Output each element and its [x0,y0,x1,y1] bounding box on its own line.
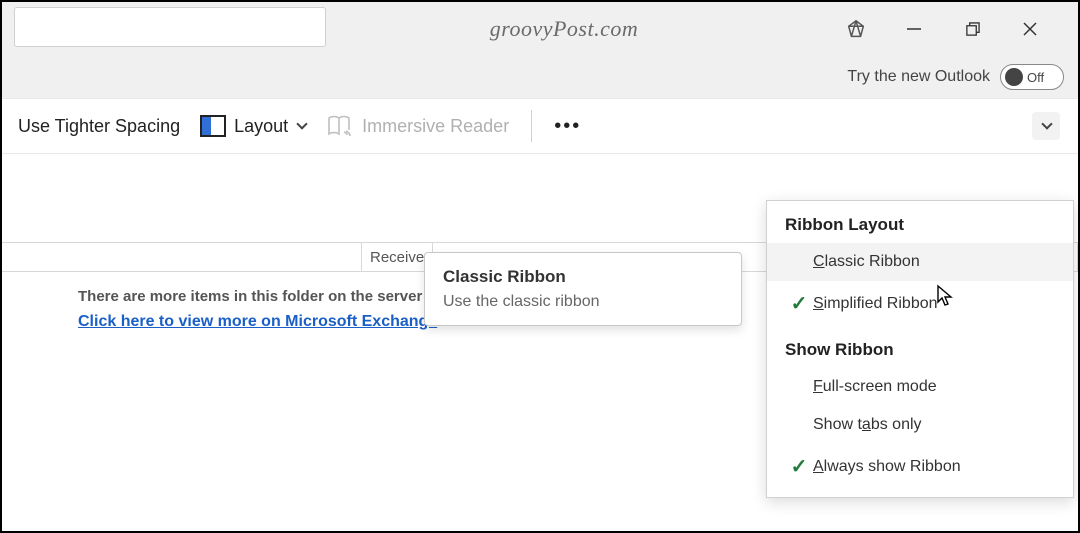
search-input[interactable] [14,7,326,47]
tooltip-description: Use the classic ribbon [443,293,723,311]
ribbon-divider [531,110,532,142]
option-classic-ribbon[interactable]: Classic Ribbon [767,243,1073,281]
ribbon-bar: Use Tighter Spacing Layout Immersive Rea… [2,98,1078,154]
ribbon-options-dropdown: Ribbon Layout Classic Ribbon ✓ Simplifie… [766,200,1074,498]
layout-button[interactable]: Layout [190,109,316,143]
column-received[interactable]: Receive [362,243,433,271]
toggle-knob [1005,68,1023,86]
maximize-button[interactable] [958,15,986,43]
layout-label: Layout [234,116,288,137]
window-controls [842,15,1078,43]
new-outlook-row: Try the new Outlook Off [2,56,1078,98]
immersive-reader-button: Immersive Reader [316,108,519,144]
new-outlook-toggle[interactable]: Off [1000,64,1064,90]
tighter-spacing-button[interactable]: Use Tighter Spacing [8,110,190,143]
title-bar: groovyPost.com [2,2,1078,56]
immersive-reader-icon [326,114,354,138]
tooltip: Classic Ribbon Use the classic ribbon [424,252,742,326]
tooltip-title: Classic Ribbon [443,267,723,287]
immersive-reader-label: Immersive Reader [362,116,509,137]
option-simplified-ribbon[interactable]: ✓ Simplified Ribbon [767,281,1073,326]
minimize-button[interactable] [900,15,928,43]
checkmark-icon: ✓ [785,454,813,479]
option-always-show[interactable]: ✓ Always show Ribbon [767,444,1073,489]
dropdown-header-layout: Ribbon Layout [767,201,1073,243]
dropdown-header-show: Show Ribbon [767,326,1073,368]
checkmark-icon: ✓ [785,291,813,316]
layout-icon [200,115,226,137]
exchange-link[interactable]: Click here to view more on Microsoft Exc… [2,313,437,331]
toggle-state: Off [1027,70,1044,85]
column-blank[interactable] [2,243,362,271]
tighter-spacing-label: Use Tighter Spacing [18,116,180,137]
option-tabs-only[interactable]: Show tabs only [767,406,1073,444]
chevron-down-icon [1041,118,1052,129]
new-outlook-label: Try the new Outlook [847,68,990,86]
more-commands-button[interactable]: ••• [544,109,591,144]
chevron-down-icon [296,118,307,129]
ribbon-options-button[interactable] [1032,112,1060,140]
close-button[interactable] [1016,15,1044,43]
window-title: groovyPost.com [326,16,842,42]
premium-icon[interactable] [842,15,870,43]
option-fullscreen[interactable]: Full-screen mode [767,368,1073,406]
